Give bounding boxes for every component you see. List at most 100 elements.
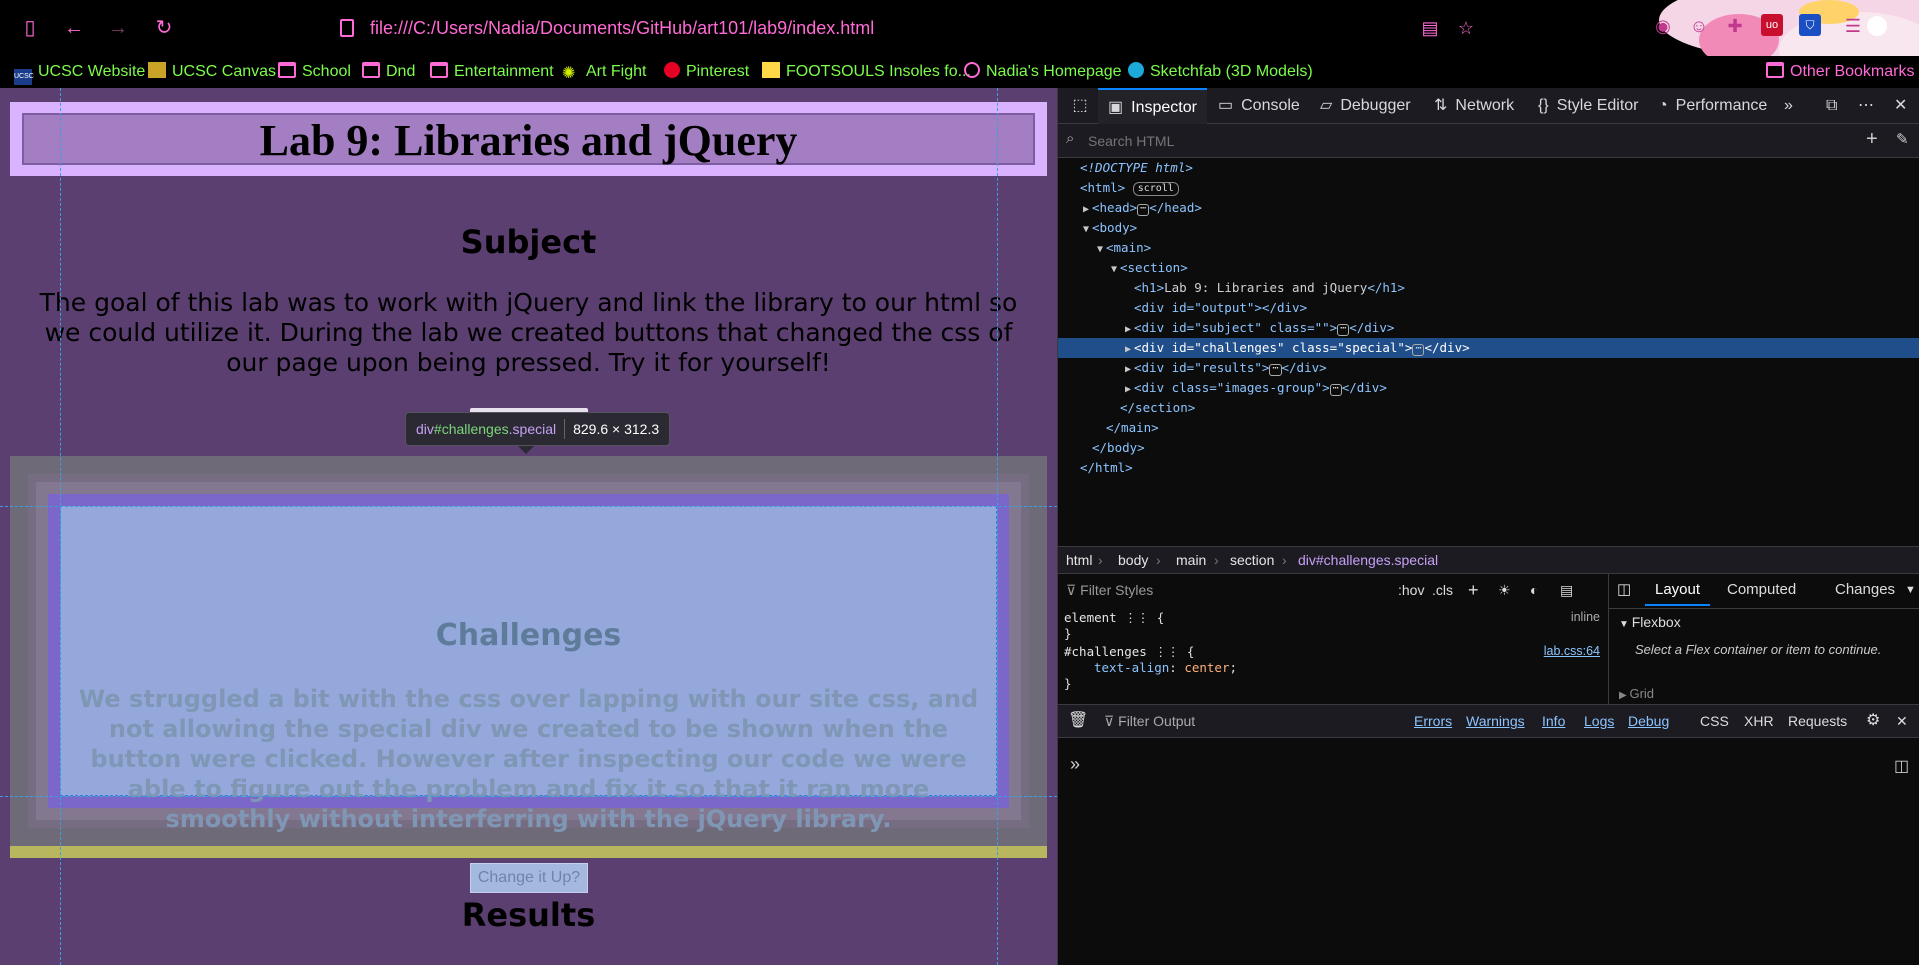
bookmark-art-fight[interactable]: ✺ Art Fight [562,61,646,83]
extensions-icon[interactable]: ✚ [1721,12,1749,40]
split-console-icon[interactable]: ◫ [1894,756,1909,776]
markup-div-challenges[interactable]: ▶ <div id="challenges" class="special"> ⋯ <… [1058,338,1919,358]
markup-div-output[interactable]: <div id="output"></div> [1058,298,1919,318]
shield-icon[interactable]: ◉ [1649,12,1677,40]
flexbox-section-header[interactable]: ▼ Flexbox [1619,614,1681,630]
collapse-triangle-icon[interactable]: ▼ [1080,220,1092,240]
tab-changes[interactable]: Changes [1835,574,1895,606]
challenges-rule[interactable]: #challenges ⋮⋮ { [1064,644,1604,659]
tab-network[interactable]: ⇅ Network [1434,88,1514,124]
close-console-icon[interactable]: ✕ [1896,705,1908,737]
filter-warnings[interactable]: Warnings [1466,705,1525,737]
collapse-triangle-icon[interactable]: ▼ [1094,240,1106,260]
breadcrumb-section[interactable]: section [1230,547,1274,573]
gear-icon[interactable]: ⚙ [1866,705,1880,737]
expand-triangle-icon[interactable]: ▶ [1122,320,1134,340]
collapsed-dots-icon[interactable]: ⋯ [1137,204,1150,216]
bookmark-sketchfab[interactable]: Sketchfab (3D Models) [1128,61,1313,83]
markup-section[interactable]: ▼ <section> [1058,258,1919,278]
sidebar-toggle-icon[interactable]: ▯ [16,14,44,42]
filter-output-input[interactable]: ⊽ Filter Output [1104,705,1195,737]
markup-div-images-group[interactable]: ▶ <div class="images-group"> ⋯ </div> [1058,378,1919,398]
print-media-icon[interactable]: ▤ [1560,574,1573,606]
reader-view-icon[interactable]: ▤ [1416,14,1444,42]
collapsed-dots-icon[interactable]: ⋯ [1329,384,1342,396]
breadcrumb-selected[interactable]: div#challenges.special [1298,547,1438,573]
forward-button[interactable]: → [104,14,132,42]
markup-body-close[interactable]: </body> [1058,438,1919,458]
collapsed-dots-icon[interactable]: ⋯ [1269,364,1282,376]
text-align-declaration[interactable]: text-align: center; [1094,660,1237,675]
collapsed-dots-icon[interactable]: ⋯ [1337,324,1350,336]
url-bar[interactable]: file:///C:/Users/Nadia/Documents/GitHub/… [340,14,1400,42]
lab-css-link[interactable]: lab.css:64 [1544,644,1600,658]
breadcrumb-html[interactable]: html [1066,547,1092,573]
markup-html[interactable]: <html> scroll [1058,178,1919,198]
tab-layout[interactable]: Layout [1645,574,1711,606]
tab-inspector[interactable]: ▣ Inspector [1098,88,1207,124]
chevron-down-icon[interactable]: ▼ [1905,574,1916,606]
markup-body[interactable]: ▼ <body> [1058,218,1919,238]
markup-div-subject[interactable]: ▶ <div id="subject" class=""> ⋯ </div> [1058,318,1919,338]
expand-triangle-icon[interactable]: ▶ [1122,340,1134,360]
search-html-input[interactable] [1086,129,1866,153]
markup-head[interactable]: ▶ <head> ⋯ </head> [1058,198,1919,218]
markup-section-close[interactable]: </section> [1058,398,1919,418]
filter-requests[interactable]: Requests [1788,705,1847,737]
collapsed-dots-icon[interactable]: ⋯ [1412,344,1425,356]
filter-errors[interactable]: Errors [1414,705,1452,737]
trash-icon[interactable]: 🗑 [1068,705,1088,737]
add-rule-icon[interactable]: + [1468,574,1479,606]
breadcrumb-body[interactable]: body [1118,547,1148,573]
more-tabs-icon[interactable]: » [1784,88,1793,124]
markup-main-close[interactable]: </main> [1058,418,1919,438]
bitwarden-icon[interactable]: ⛉ [1799,14,1821,36]
bookmark-footsouls[interactable]: FOOTSOULS Insoles fo... [762,61,971,83]
console-prompt-icon[interactable]: » [1070,754,1080,775]
expand-triangle-icon[interactable]: ▶ [1122,380,1134,400]
account-icon[interactable]: ☺ [1685,12,1713,40]
options-menu-icon[interactable]: ⋯ [1858,88,1874,124]
tab-debugger[interactable]: ▱ Debugger [1320,88,1411,124]
tab-console[interactable]: ▭ Console [1218,88,1300,124]
filter-info[interactable]: Info [1542,705,1565,737]
element-picker-icon[interactable]: ⬚ [1064,88,1096,124]
filter-xhr[interactable]: XHR [1744,705,1774,737]
eyedropper-icon[interactable]: ✎ [1896,130,1909,148]
light-scheme-icon[interactable]: ☀ [1498,574,1511,606]
app-menu-icon[interactable]: ☰ [1839,12,1867,40]
ublock-icon[interactable]: uo [1761,14,1783,36]
markup-h1[interactable]: <h1>Lab 9: Libraries and jQuery</h1> [1058,278,1919,298]
bookmark-pinterest[interactable]: Pinterest [664,61,749,83]
tab-style-editor[interactable]: {} Style Editor [1538,88,1639,124]
reload-button[interactable]: ↻ [150,14,178,42]
bookmark-ucsc-website[interactable]: UCSC UCSC Website [14,61,145,85]
cls-toggle[interactable]: .cls [1432,574,1453,606]
markup-div-results[interactable]: ▶ <div id="results"> ⋯ </div> [1058,358,1919,378]
expand-triangle-icon[interactable]: ▶ [1122,360,1134,380]
markup-html-close[interactable]: </html> [1058,458,1919,478]
tab-performance[interactable]: ◔ Performance [1658,88,1767,124]
back-button[interactable]: ← [60,14,88,42]
bookmark-star-icon[interactable]: ☆ [1452,14,1480,42]
close-devtools-icon[interactable]: ✕ [1894,88,1907,124]
dark-scheme-icon[interactable]: ◐ [1530,574,1538,606]
add-node-icon[interactable]: + [1866,128,1878,151]
filter-logs[interactable]: Logs [1584,705,1614,737]
filter-styles-input[interactable]: ⊽ Filter Styles [1066,574,1153,606]
markup-main[interactable]: ▼ <main> [1058,238,1919,258]
change-it-up-button[interactable]: Change it Up? [470,863,588,893]
breadcrumb-main[interactable]: main [1176,547,1206,573]
scroll-badge[interactable]: scroll [1132,182,1179,196]
tab-computed[interactable]: Computed [1727,574,1796,606]
markup-doctype[interactable]: <!DOCTYPE html> [1058,158,1919,178]
bookmark-ucsc-canvas[interactable]: UCSC Canvas [148,61,276,83]
bookmark-folder-dnd[interactable]: Dnd [362,61,415,83]
filter-css[interactable]: CSS [1700,705,1729,737]
filter-debug[interactable]: Debug [1628,705,1669,737]
collapse-triangle-icon[interactable]: ▼ [1108,260,1120,280]
element-rule[interactable]: element ⋮⋮ { [1064,610,1604,625]
bookmark-folder-school[interactable]: School [278,61,351,83]
hov-toggle[interactable]: :hov [1398,574,1424,606]
bookmark-nadias-homepage[interactable]: Nadia's Homepage [964,61,1122,83]
